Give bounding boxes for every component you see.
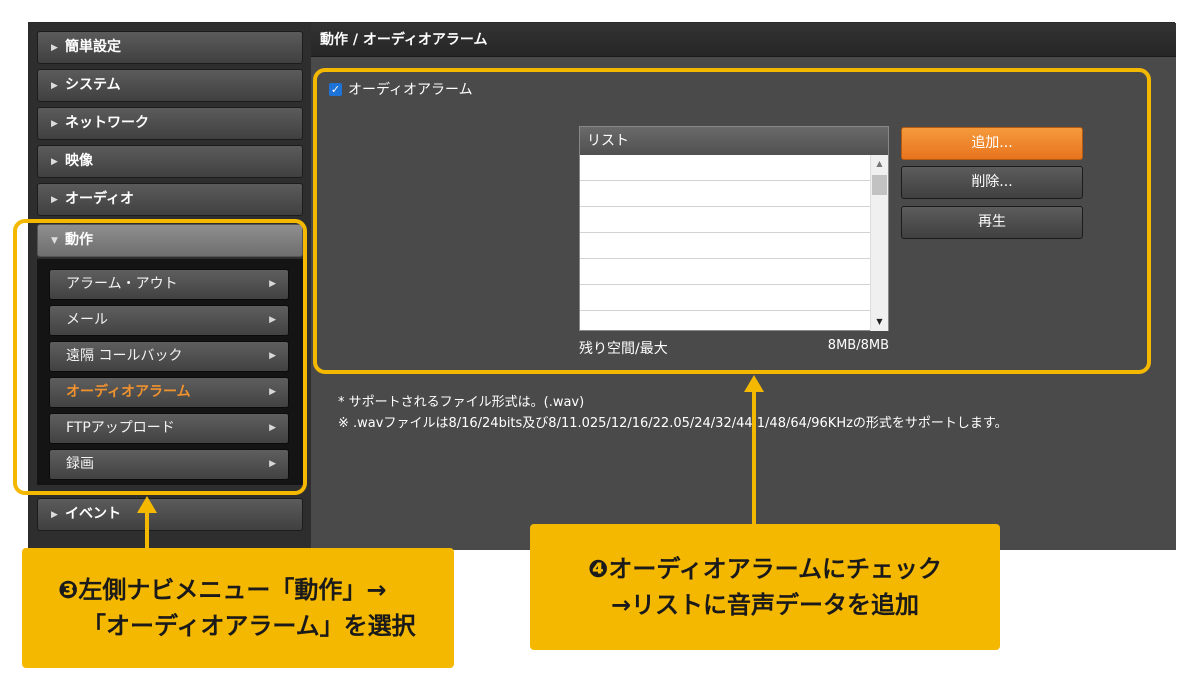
triangle-right-icon: ▶ [51, 119, 58, 129]
triangle-right-icon: ▶ [51, 81, 58, 91]
arrow-line [752, 390, 756, 526]
triangle-right-icon: ▶ [51, 157, 58, 167]
sidebar-item-video[interactable]: ▶ 映像 [37, 145, 303, 178]
sidebar-item-audio[interactable]: ▶ オーディオ [37, 183, 303, 216]
wav-spec-note: ※ .wavファイルは8/16/24bits及び8/11.025/12/16/2… [338, 416, 1008, 431]
highlight-frame-main [313, 68, 1151, 374]
supported-format-note: * サポートされるファイル形式は。(.wav) [338, 395, 585, 410]
triangle-right-icon: ▶ [51, 510, 58, 520]
triangle-right-icon: ▶ [51, 43, 58, 53]
sidebar-item-simple-settings[interactable]: ▶ 簡単設定 [37, 31, 303, 64]
callout-step4-line2: →リストに音声データを追加 [610, 591, 920, 619]
triangle-right-icon: ▶ [51, 195, 58, 205]
callout-step3-line2: 「オーディオアラーム」を選択 [82, 612, 416, 640]
callout-step3: ❸左側ナビメニュー「動作」→ 「オーディオアラーム」を選択 [22, 548, 454, 668]
sidebar-item-network[interactable]: ▶ ネットワーク [37, 107, 303, 140]
callout-step3-line1: ❸左側ナビメニュー「動作」→ [58, 576, 387, 604]
sidebar-item-event[interactable]: ▶ イベント [37, 498, 303, 531]
sidebar-item-system[interactable]: ▶ システム [37, 69, 303, 102]
callout-step4: ❹オーディオアラームにチェック →リストに音声データを追加 [530, 524, 1000, 650]
highlight-frame-sidebar [13, 219, 307, 495]
callout-step4-line1: ❹オーディオアラームにチェック [588, 555, 942, 583]
breadcrumb: 動作 / オーディオアラーム [311, 23, 1176, 57]
arrow-line [145, 510, 149, 548]
